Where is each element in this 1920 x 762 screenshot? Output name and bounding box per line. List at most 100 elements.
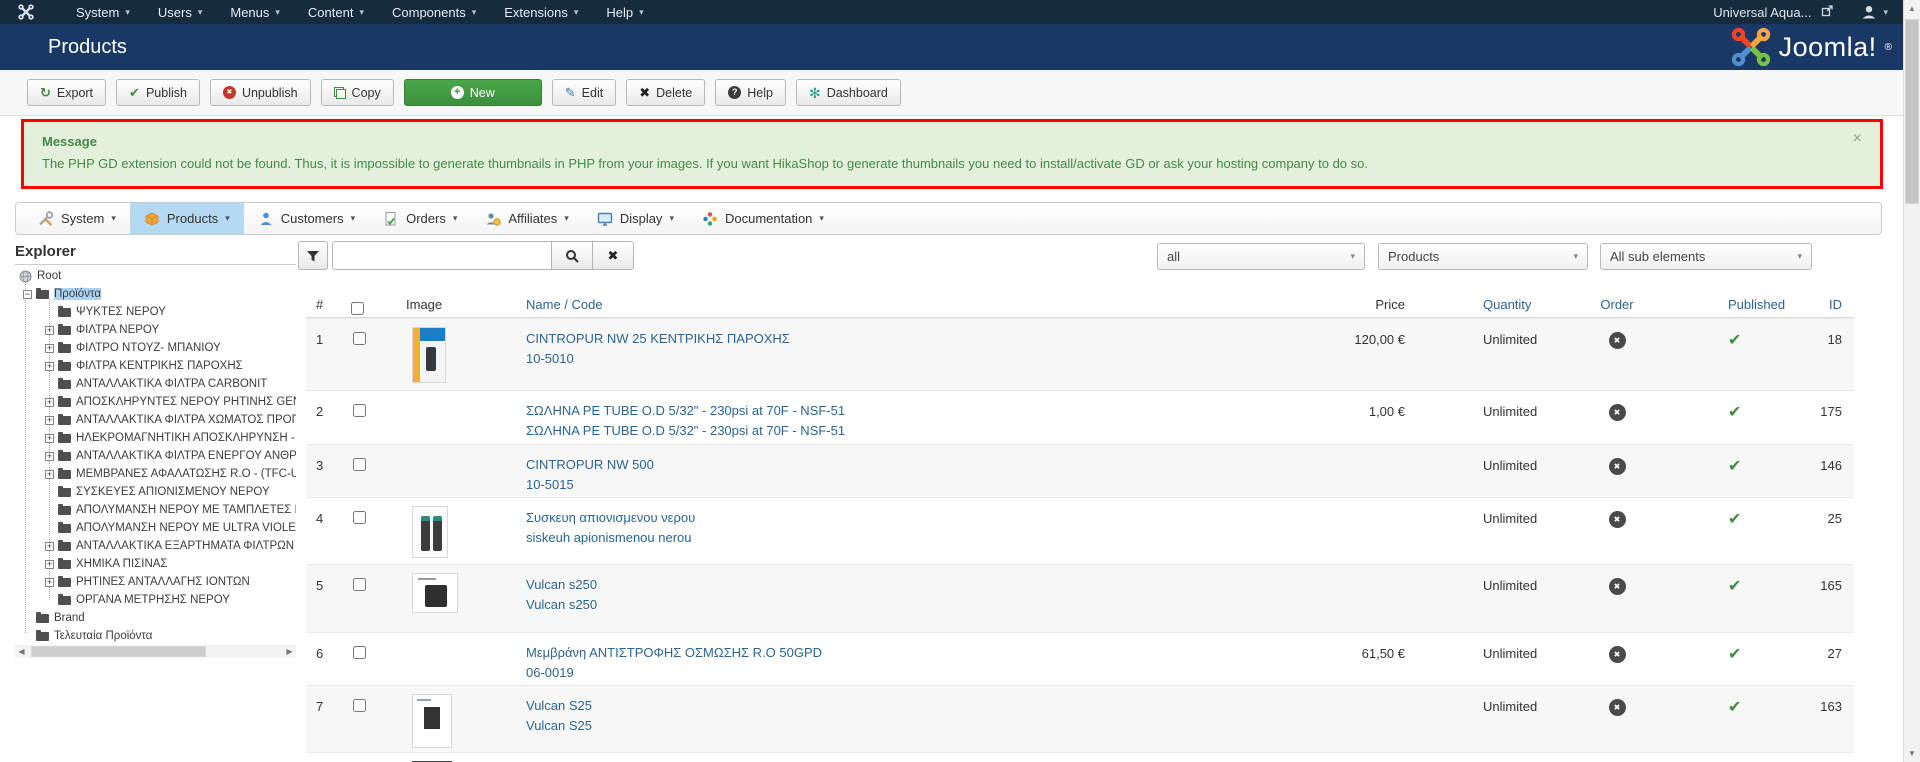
hikashop-menu-system[interactable]: System ▾ xyxy=(24,203,130,234)
type-filter-select[interactable]: Products ▾ xyxy=(1378,243,1588,270)
order-disabled-icon[interactable]: ✖ xyxy=(1608,699,1626,716)
tree-item[interactable]: Τελευταία Προϊόντα xyxy=(15,627,296,645)
search-input[interactable] xyxy=(332,241,552,270)
expand-icon[interactable] xyxy=(45,541,54,551)
row-checkbox[interactable] xyxy=(353,404,366,417)
published-check-icon[interactable]: ✔ xyxy=(1728,332,1741,349)
header-order-sort[interactable]: Order xyxy=(1600,297,1633,312)
order-disabled-icon[interactable]: ✖ xyxy=(1608,332,1626,349)
tree-item[interactable]: ΑΝΤΑΛΛΑΚΤΙΚΑ ΦΙΛΤΡΑ ΧΩΜΑΤΟΣ ΠΡΟΠΥΛΕΝΙΟ xyxy=(15,411,296,429)
order-disabled-icon[interactable]: ✖ xyxy=(1608,646,1626,663)
header-quantity-sort[interactable]: Quantity xyxy=(1483,297,1531,312)
tree-item[interactable]: Brand xyxy=(15,609,296,627)
order-disabled-icon[interactable]: ✖ xyxy=(1608,404,1626,421)
scrollbar-thumb[interactable] xyxy=(1905,19,1919,204)
product-name-link[interactable]: Μεμβράνη ΑΝΤΙΣΤΡΟΦΗΣ ΟΣΜΩΣΗΣ R.O 50GPD xyxy=(526,645,1316,660)
filter-funnel-button[interactable] xyxy=(298,241,328,270)
select-all-checkbox[interactable] xyxy=(351,302,364,315)
expand-icon[interactable] xyxy=(45,433,54,443)
menu-extensions[interactable]: Extensions ▾ xyxy=(490,0,592,24)
row-checkbox[interactable] xyxy=(353,578,366,591)
menu-help[interactable]: Help ▾ xyxy=(592,0,657,24)
product-code-link[interactable]: siskeuh apionismenou nerou xyxy=(526,530,1316,545)
tree-item[interactable]: ΑΝΤΑΛΛΑΚΤΙΚΑ ΦΙΛΤΡΑ CARBONIT xyxy=(15,375,296,393)
product-code-link[interactable]: Vulcan s250 xyxy=(526,597,1316,612)
header-published-sort[interactable]: Published xyxy=(1728,297,1785,312)
product-name-link[interactable]: Συσκευη απιονισμενου νερου xyxy=(526,510,1316,525)
published-check-icon[interactable]: ✔ xyxy=(1728,511,1741,528)
dashboard-button[interactable]: ✻ Dashboard xyxy=(795,79,901,106)
hikashop-menu-display[interactable]: Display ▾ xyxy=(583,203,688,234)
product-code-link[interactable]: 10-5015 xyxy=(526,477,1316,492)
published-check-icon[interactable]: ✔ xyxy=(1728,578,1741,595)
scroll-left-arrow-icon[interactable]: ◀ xyxy=(15,645,28,658)
help-button[interactable]: ? Help xyxy=(715,79,786,106)
expand-icon[interactable] xyxy=(45,343,54,353)
hikashop-menu-documentation[interactable]: Documentation ▾ xyxy=(688,203,838,234)
tree-item[interactable]: ΟΡΓΑΝΑ ΜΕΤΡΗΣΗΣ ΝΕΡΟΥ xyxy=(15,591,296,609)
row-checkbox[interactable] xyxy=(353,511,366,524)
tree-item[interactable]: ΑΝΤΑΛΛΑΚΤΙΚΑ ΦΙΛΤΡΑ ΕΝΕΡΓΟΥ ΑΝΘΡΑΚΑ xyxy=(15,447,296,465)
unpublish-button[interactable]: ✖ Unpublish xyxy=(209,79,311,106)
published-check-icon[interactable]: ✔ xyxy=(1728,404,1741,421)
export-button[interactable]: ↻ Export xyxy=(27,79,107,106)
tree-item[interactable]: ΡΗΤΙΝΕΣ ΑΝΤΑΛΛΑΓΗΣ ΙΟΝΤΩΝ xyxy=(15,573,296,591)
published-check-icon[interactable]: ✔ xyxy=(1728,646,1741,663)
clear-search-button[interactable]: ✖ xyxy=(592,241,634,270)
expand-icon[interactable] xyxy=(45,397,54,407)
scrollbar-thumb[interactable] xyxy=(31,646,206,657)
scroll-down-arrow-icon[interactable]: ▼ xyxy=(1904,745,1920,762)
new-button[interactable]: + New xyxy=(403,79,542,106)
tree-item[interactable]: ΣΥΣΚΕΥΕΣ ΑΠΙΟΝΙΣΜΕΝΟΥ ΝΕΡΟΥ xyxy=(15,483,296,501)
close-icon[interactable]: × xyxy=(1853,130,1862,148)
row-checkbox[interactable] xyxy=(353,699,366,712)
joomla-mark-icon[interactable] xyxy=(18,4,34,20)
hikashop-menu-affiliates[interactable]: Affiliates ▾ xyxy=(471,203,582,234)
product-code-link[interactable]: ΣΩΛΗΝΑ PE TUBE O.D 5/32" - 230psi at 70F… xyxy=(526,423,1316,438)
expand-icon[interactable] xyxy=(45,325,54,335)
menu-users[interactable]: Users ▾ xyxy=(144,0,216,24)
tree-item[interactable]: ΑΠΟΛΥΜΑΝΣΗ ΝΕΡΟΥ ΜΕ ΤΑΜΠΛΕΤΕΣ DUTRIO xyxy=(15,501,296,519)
product-name-link[interactable]: Vulcan s250 xyxy=(526,577,1316,592)
header-name-code-sort[interactable]: Name / Code xyxy=(526,297,603,312)
tree-item[interactable]: ΧΗΜΙΚΑ ΠΙΣΙΝΑΣ xyxy=(15,555,296,573)
edit-button[interactable]: ✎ Edit xyxy=(551,79,617,106)
page-vertical-scrollbar[interactable]: ▲ ▼ xyxy=(1903,0,1920,762)
tree-item-root[interactable]: Root xyxy=(15,267,296,285)
row-checkbox[interactable] xyxy=(353,646,366,659)
published-check-icon[interactable]: ✔ xyxy=(1728,458,1741,475)
tree-item[interactable]: ΦΙΛΤΡΟ ΝΤΟΥΖ- ΜΠΑΝΙΟΥ xyxy=(15,339,296,357)
scroll-up-arrow-icon[interactable]: ▲ xyxy=(1904,0,1920,17)
delete-button[interactable]: ✖ Delete xyxy=(626,79,706,106)
hikashop-menu-customers[interactable]: Customers ▾ xyxy=(244,203,369,234)
external-link-icon[interactable] xyxy=(1821,4,1834,20)
product-name-link[interactable]: CINTROPUR NW 25 ΚΕΝΤΡΙΚΗΣ ΠΑΡΟΧΗΣ xyxy=(526,331,1316,346)
expand-icon[interactable] xyxy=(45,451,54,461)
expand-icon[interactable] xyxy=(45,469,54,479)
product-code-link[interactable]: 10-5010 xyxy=(526,351,1316,366)
expand-icon[interactable] xyxy=(45,415,54,425)
vendor-filter-select[interactable]: all ▾ xyxy=(1157,243,1365,270)
tree-item[interactable]: ΜΕΜΒΡΑΝΕΣ ΑΦΑΛΑΤΩΣΗΣ R.O - (TFC-UF-BW-S xyxy=(15,465,296,483)
row-checkbox[interactable] xyxy=(353,458,366,471)
order-disabled-icon[interactable]: ✖ xyxy=(1608,511,1626,528)
scroll-right-arrow-icon[interactable]: ▶ xyxy=(283,645,296,658)
tree-item[interactable]: ΦΙΛΤΡΑ ΝΕΡΟΥ xyxy=(15,321,296,339)
sub-elements-filter-select[interactable]: All sub elements ▾ xyxy=(1600,243,1812,270)
site-name-link[interactable]: Universal Aqua... xyxy=(1713,5,1811,20)
expand-icon[interactable] xyxy=(45,577,54,587)
tree-item[interactable]: ΑΠΟΣΚΛΗΡΥΝΤΕΣ ΝΕΡΟΥ ΡΗΤΙΝΗΣ GENERAL EL xyxy=(15,393,296,411)
sidebar-horizontal-scrollbar[interactable]: ◀ ▶ xyxy=(15,645,296,658)
product-code-link[interactable]: Vulcan S25 xyxy=(526,718,1316,733)
menu-components[interactable]: Components ▾ xyxy=(378,0,490,24)
tree-item[interactable]: Προϊόντα xyxy=(15,285,296,303)
product-name-link[interactable]: CINTROPUR NW 500 xyxy=(526,457,1316,472)
order-disabled-icon[interactable]: ✖ xyxy=(1608,458,1626,475)
order-disabled-icon[interactable]: ✖ xyxy=(1608,578,1626,595)
copy-button[interactable]: Copy xyxy=(320,79,394,106)
row-checkbox[interactable] xyxy=(353,332,366,345)
search-button[interactable] xyxy=(551,241,593,270)
tree-item[interactable]: ΗΛΕΚΡΟΜΑΓΝΗΤΙΚΗ ΑΠΟΣΚΛΗΡΥΝΣΗ - ΔΙΑΛΥΤΙ xyxy=(15,429,296,447)
publish-button[interactable]: ✔ Publish xyxy=(116,79,200,106)
tree-item[interactable]: ΦΙΛΤΡΑ ΚΕΝΤΡΙΚΗΣ ΠΑΡΟΧΗΣ xyxy=(15,357,296,375)
